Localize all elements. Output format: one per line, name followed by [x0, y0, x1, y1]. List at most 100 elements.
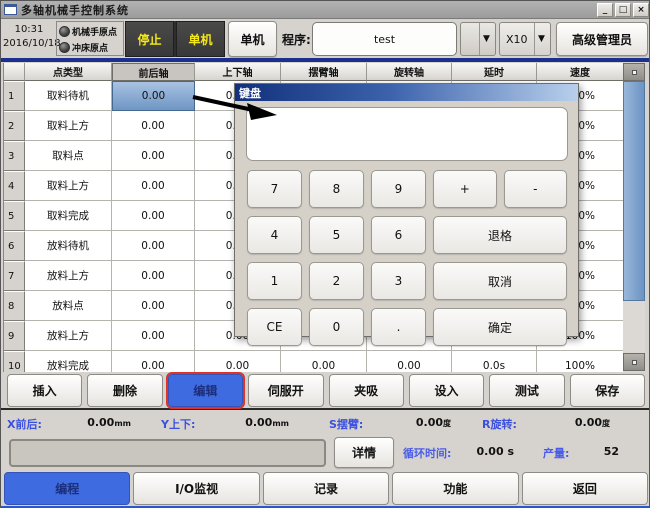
row-number-cell: 3 — [4, 141, 25, 171]
row-number-cell: 5 — [4, 201, 25, 231]
action-button-夹吸[interactable]: 夹吸 — [329, 374, 404, 407]
tab-返回[interactable]: 返回 — [522, 472, 648, 505]
scroll-up-button[interactable] — [623, 63, 645, 81]
cursor-arrow-icon — [191, 94, 281, 122]
axis-status-row: X前后:0.00mmY上下:0.00mmS摆臂:0.00度R旋转:0.00度 — [1, 413, 650, 435]
tab-记录[interactable]: 记录 — [263, 472, 389, 505]
tab-功能[interactable]: 功能 — [392, 472, 518, 505]
mode-button-1[interactable]: 单机 — [176, 21, 225, 57]
scrollbar-thumb[interactable] — [623, 81, 645, 301]
key-.[interactable]: . — [371, 308, 426, 346]
action-button-伺服开[interactable]: 伺服开 — [248, 374, 323, 407]
key-6[interactable]: 6 — [371, 216, 426, 254]
action-button-保存[interactable]: 保存 — [570, 374, 645, 407]
key-8[interactable]: 8 — [309, 170, 364, 208]
column-header[interactable]: 前后轴 — [112, 63, 195, 81]
point-type-cell[interactable]: 取料待机 — [25, 81, 112, 111]
action-button-测试[interactable]: 测试 — [489, 374, 564, 407]
keypad-dialog: 键盘 789+-456退格123取消CE0.确定 — [234, 83, 579, 337]
minimize-button[interactable]: _ — [597, 3, 613, 17]
key-1[interactable]: 1 — [247, 262, 302, 300]
table-scrollbar[interactable] — [623, 63, 645, 372]
maximize-button[interactable]: □ — [615, 3, 631, 17]
point-type-cell[interactable]: 放料完成 — [25, 351, 112, 372]
key--[interactable]: - — [504, 170, 568, 208]
table-row: 10放料完成0.000.000.000.000.0s100% — [4, 351, 645, 372]
value-cell[interactable]: 100% — [537, 351, 624, 372]
action-button-编辑[interactable]: 编辑 — [168, 374, 243, 407]
radio-indicator-icon — [59, 42, 70, 53]
keypad-dialog-title[interactable]: 键盘 — [235, 84, 578, 101]
value-cell[interactable]: 0.00 — [112, 261, 195, 291]
key-3[interactable]: 3 — [371, 262, 426, 300]
origin-option-0[interactable]: 机械手原点 — [59, 23, 121, 39]
info-row: 详情 循环时间: 0.00 s 产量: 52 — [1, 435, 650, 471]
column-header[interactable]: 点类型 — [25, 63, 112, 81]
keypad-input-field[interactable] — [246, 107, 568, 161]
point-type-cell[interactable]: 取料上方 — [25, 171, 112, 201]
keypad-row: CE0.确定 — [247, 308, 567, 346]
user-role-button[interactable]: 高级管理员 — [556, 22, 648, 56]
axis-label: R旋转: — [482, 416, 517, 432]
column-header[interactable]: 速度 — [537, 63, 624, 81]
value-cell[interactable]: 0.0s — [452, 351, 537, 372]
point-type-cell[interactable]: 放料上方 — [25, 321, 112, 351]
value-cell[interactable]: 0.00 — [112, 111, 195, 141]
point-type-cell[interactable]: 放料上方 — [25, 261, 112, 291]
cycle-time-value: 0.00 s — [456, 445, 514, 458]
value-cell[interactable]: 0.00 — [195, 351, 281, 372]
action-button-设入[interactable]: 设入 — [409, 374, 484, 407]
program-label: 程序: — [282, 31, 311, 48]
row-number-cell: 9 — [4, 321, 25, 351]
column-header[interactable]: 摆臂轴 — [281, 63, 367, 81]
key-5[interactable]: 5 — [309, 216, 364, 254]
point-type-cell[interactable]: 放料点 — [25, 291, 112, 321]
point-type-cell[interactable]: 取料完成 — [25, 201, 112, 231]
tab-编程[interactable]: 编程 — [4, 472, 130, 505]
value-cell[interactable]: 0.00 — [112, 171, 195, 201]
app-icon — [4, 4, 17, 15]
program-select-dropdown[interactable]: ▼ — [460, 22, 496, 56]
value-cell[interactable]: 0.00 — [112, 81, 195, 111]
value-cell[interactable]: 0.00 — [112, 201, 195, 231]
key-确定[interactable]: 确定 — [433, 308, 567, 346]
value-cell[interactable]: 0.00 — [112, 291, 195, 321]
key-+[interactable]: + — [433, 170, 497, 208]
close-button[interactable]: × — [633, 3, 649, 17]
value-cell[interactable]: 0.00 — [112, 141, 195, 171]
value-cell[interactable]: 0.00 — [367, 351, 452, 372]
column-header[interactable]: 上下轴 — [195, 63, 281, 81]
value-cell[interactable]: 0.00 — [112, 321, 195, 351]
column-header[interactable]: 旋转轴 — [367, 63, 452, 81]
point-type-cell[interactable]: 放料待机 — [25, 231, 112, 261]
message-box — [9, 439, 326, 467]
point-type-cell[interactable]: 取料上方 — [25, 111, 112, 141]
yield-label: 产量: — [543, 445, 569, 461]
point-type-cell[interactable]: 取料点 — [25, 141, 112, 171]
chevron-down-icon: ▼ — [479, 23, 493, 55]
mode-button-0[interactable]: 停止 — [125, 21, 174, 57]
action-button-删除[interactable]: 删除 — [87, 374, 162, 407]
value-cell[interactable]: 0.00 — [281, 351, 367, 372]
column-header[interactable]: 延时 — [452, 63, 537, 81]
key-CE[interactable]: CE — [247, 308, 302, 346]
scroll-down-button[interactable] — [623, 353, 645, 371]
program-name-field[interactable]: test — [312, 22, 457, 56]
key-7[interactable]: 7 — [247, 170, 302, 208]
origin-indicator-panel: 机械手原点冲床原点 — [56, 21, 124, 56]
key-2[interactable]: 2 — [309, 262, 364, 300]
action-button-插入[interactable]: 插入 — [7, 374, 82, 407]
tab-I/O监视[interactable]: I/O监视 — [133, 472, 259, 505]
key-0[interactable]: 0 — [309, 308, 364, 346]
origin-option-1[interactable]: 冲床原点 — [59, 39, 121, 55]
value-cell[interactable]: 0.00 — [112, 231, 195, 261]
key-4[interactable]: 4 — [247, 216, 302, 254]
keypad-row: 123取消 — [247, 262, 567, 300]
speed-multiplier-dropdown[interactable]: X10 ▼ — [499, 22, 551, 56]
value-cell[interactable]: 0.00 — [112, 351, 195, 372]
details-button[interactable]: 详情 — [334, 437, 394, 468]
key-9[interactable]: 9 — [371, 170, 426, 208]
key-退格[interactable]: 退格 — [433, 216, 567, 254]
key-取消[interactable]: 取消 — [433, 262, 567, 300]
single-mode-button[interactable]: 单机 — [228, 21, 277, 57]
